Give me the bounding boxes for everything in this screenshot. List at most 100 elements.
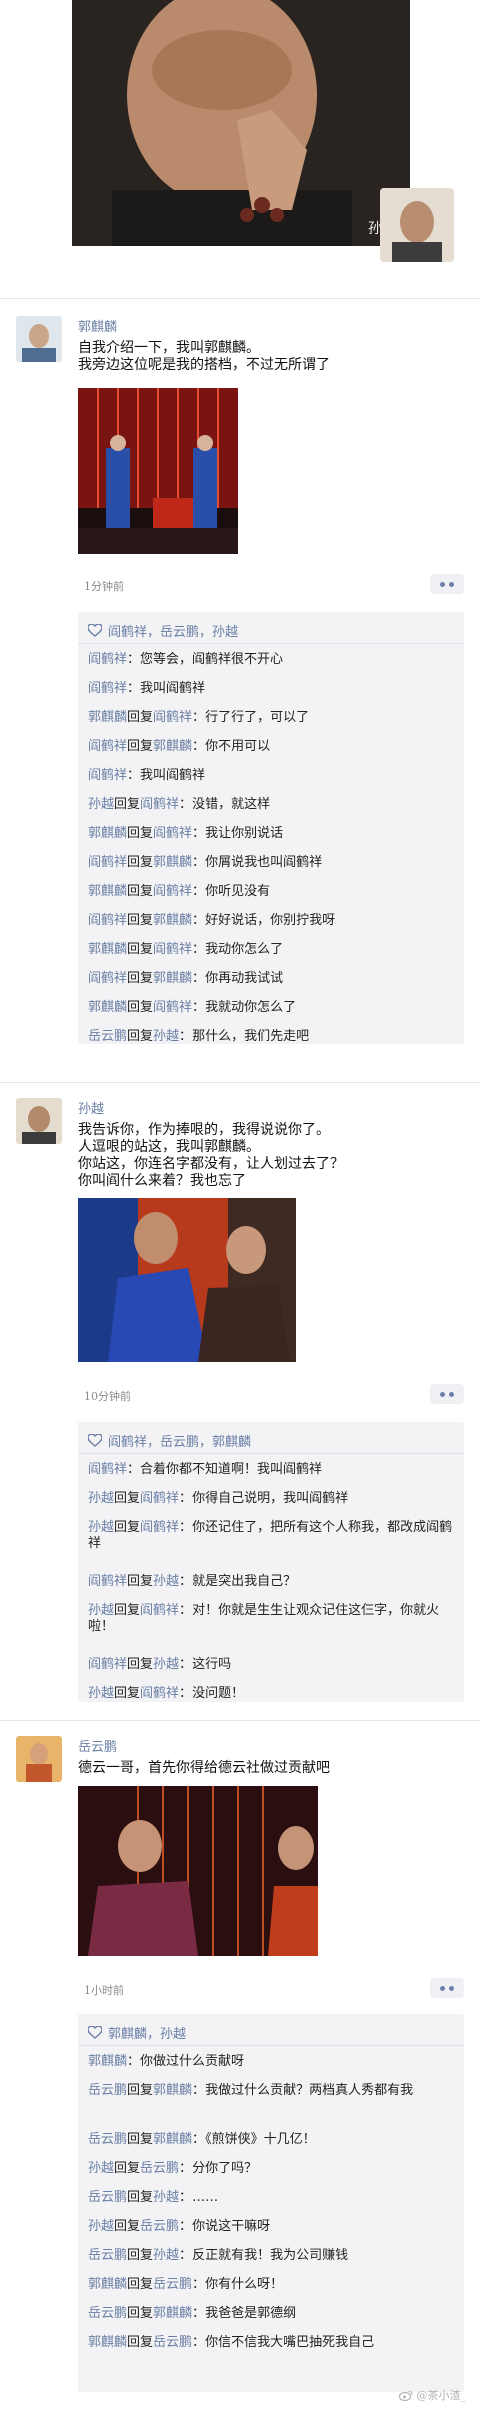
- comment-row[interactable]: 孙越回复阎鹤祥：你还记住了，把所有这个人称我，都改成阎鹤祥: [88, 1520, 456, 1552]
- reply-target-name[interactable]: 阎鹤祥: [140, 1520, 179, 1535]
- comment-row[interactable]: 郭麒麟回复阎鹤祥：你听见没有: [88, 884, 456, 900]
- comment-row[interactable]: 岳云鹏回复郭麒麟：《煎饼侠》十几亿！: [88, 2132, 456, 2148]
- likes-names[interactable]: 阎鹤祥，岳云鹏，郭麒麟: [108, 1431, 251, 1450]
- reply-target-name[interactable]: 阎鹤祥: [140, 1686, 179, 1701]
- commenter-name[interactable]: 岳云鹏: [88, 2190, 127, 2205]
- comment-row[interactable]: 孙越回复阎鹤祥：你得自己说明，我叫阎鹤祥: [88, 1491, 456, 1507]
- commenter-name[interactable]: 阎鹤祥: [88, 652, 127, 667]
- commenter-name[interactable]: 孙越: [88, 1491, 114, 1506]
- commenter-name[interactable]: 阎鹤祥: [88, 768, 127, 783]
- commenter-name[interactable]: 郭麒麟: [88, 942, 127, 957]
- reply-target-name[interactable]: 郭麒麟: [153, 971, 192, 986]
- comment-row[interactable]: 孙越回复岳云鹏：你说这干嘛呀: [88, 2219, 456, 2235]
- reply-target-name[interactable]: 岳云鹏: [153, 2335, 192, 2350]
- reply-target-name[interactable]: 岳云鹏: [153, 2277, 192, 2292]
- post-image[interactable]: [78, 388, 238, 554]
- commenter-name[interactable]: 郭麒麟: [88, 2054, 127, 2069]
- author-name[interactable]: 岳云鹏: [78, 1736, 117, 1755]
- commenter-name[interactable]: 孙越: [88, 1686, 114, 1701]
- more-options-button[interactable]: [430, 1384, 464, 1404]
- comment-row[interactable]: 阎鹤祥回复郭麒麟：你再动我试试: [88, 971, 456, 987]
- post-image[interactable]: [78, 1198, 296, 1362]
- author-avatar[interactable]: [16, 1098, 62, 1144]
- comment-row[interactable]: 岳云鹏回复孙越：……: [88, 2190, 456, 2206]
- comment-row[interactable]: 郭麒麟：你做过什么贡献呀: [88, 2054, 456, 2070]
- more-options-button[interactable]: [430, 1978, 464, 1998]
- comment-row[interactable]: 郭麒麟回复阎鹤祥：我让你别说话: [88, 826, 456, 842]
- comment-row[interactable]: 岳云鹏回复郭麒麟：我做过什么贡献？两档真人秀都有我: [88, 2083, 456, 2099]
- commenter-name[interactable]: 阎鹤祥: [88, 855, 127, 870]
- commenter-name[interactable]: 孙越: [88, 1603, 114, 1618]
- reply-target-name[interactable]: 郭麒麟: [153, 739, 192, 754]
- reply-target-name[interactable]: 孙越: [153, 2248, 179, 2263]
- comment-row[interactable]: 岳云鹏回复孙越：那什么，我们先走吧: [88, 1029, 456, 1045]
- comment-row[interactable]: 郭麒麟回复岳云鹏：你信不信我大嘴巴抽死我自己: [88, 2335, 456, 2351]
- likes-names[interactable]: 阎鹤祥，岳云鹏，孙越: [108, 621, 238, 640]
- reply-target-name[interactable]: 阎鹤祥: [153, 942, 192, 957]
- reply-target-name[interactable]: 郭麒麟: [153, 2083, 192, 2098]
- commenter-name[interactable]: 岳云鹏: [88, 1029, 127, 1044]
- comment-row[interactable]: 岳云鹏回复郭麒麟：我爸爸是郭德纲: [88, 2306, 456, 2322]
- reply-target-name[interactable]: 阎鹤祥: [140, 1603, 179, 1618]
- comment-row[interactable]: 郭麒麟回复阎鹤祥：行了行了，可以了: [88, 710, 456, 726]
- reply-target-name[interactable]: 孙越: [153, 1029, 179, 1044]
- reply-target-name[interactable]: 岳云鹏: [140, 2219, 179, 2234]
- commenter-name[interactable]: 阎鹤祥: [88, 1574, 127, 1589]
- reply-target-name[interactable]: 阎鹤祥: [153, 826, 192, 841]
- likes-names[interactable]: 郭麒麟，孙越: [108, 2023, 186, 2042]
- reply-target-name[interactable]: 郭麒麟: [153, 855, 192, 870]
- reply-target-name[interactable]: 岳云鹏: [140, 2161, 179, 2176]
- comment-row[interactable]: 阎鹤祥：您等会，阎鹤祥很不开心: [88, 652, 456, 668]
- top-post-photo[interactable]: 孙越: [72, 0, 410, 246]
- commenter-name[interactable]: 郭麒麟: [88, 2335, 127, 2350]
- comment-row[interactable]: 阎鹤祥回复郭麒麟：你屑说我也叫阎鹤祥: [88, 855, 456, 871]
- reply-target-name[interactable]: 孙越: [153, 1657, 179, 1672]
- commenter-name[interactable]: 阎鹤祥: [88, 1462, 127, 1477]
- author-name[interactable]: 孙越: [78, 1098, 104, 1117]
- reply-target-name[interactable]: 郭麒麟: [153, 2132, 192, 2147]
- commenter-name[interactable]: 孙越: [88, 2219, 114, 2234]
- commenter-name[interactable]: 郭麒麟: [88, 884, 127, 899]
- commenter-name[interactable]: 孙越: [88, 2161, 114, 2176]
- comment-row[interactable]: 孙越回复阎鹤祥：没问题！: [88, 1686, 456, 1702]
- comment-row[interactable]: 阎鹤祥回复孙越：就是突出我自己？: [88, 1574, 456, 1590]
- commenter-name[interactable]: 郭麒麟: [88, 2277, 127, 2292]
- commenter-name[interactable]: 阎鹤祥: [88, 913, 127, 928]
- comment-row[interactable]: 阎鹤祥：合着你都不知道啊！我叫阎鹤祥: [88, 1462, 456, 1478]
- reply-target-name[interactable]: 阎鹤祥: [153, 710, 192, 725]
- author-name[interactable]: 郭麒麟: [78, 316, 117, 335]
- comment-row[interactable]: 孙越回复阎鹤祥：对！你就是生生让观众记住这仨字，你就火啦！: [88, 1603, 456, 1635]
- commenter-name[interactable]: 岳云鹏: [88, 2083, 127, 2098]
- comment-row[interactable]: 郭麒麟回复阎鹤祥：我就动你怎么了: [88, 1000, 456, 1016]
- commenter-name[interactable]: 阎鹤祥: [88, 681, 127, 696]
- sender-avatar[interactable]: [380, 188, 454, 262]
- comment-row[interactable]: 阎鹤祥：我叫阎鹤祥: [88, 768, 456, 784]
- reply-target-name[interactable]: 阎鹤祥: [140, 1491, 179, 1506]
- reply-target-name[interactable]: 阎鹤祥: [153, 1000, 192, 1015]
- reply-target-name[interactable]: 郭麒麟: [153, 2306, 192, 2321]
- comment-row[interactable]: 孙越回复阎鹤祥：没错，就这样: [88, 797, 456, 813]
- comment-row[interactable]: 郭麒麟回复阎鹤祥：我动你怎么了: [88, 942, 456, 958]
- commenter-name[interactable]: 阎鹤祥: [88, 971, 127, 986]
- commenter-name[interactable]: 岳云鹏: [88, 2248, 127, 2263]
- commenter-name[interactable]: 阎鹤祥: [88, 1657, 127, 1672]
- reply-target-name[interactable]: 孙越: [153, 1574, 179, 1589]
- reply-target-name[interactable]: 孙越: [153, 2190, 179, 2205]
- post-image[interactable]: [78, 1786, 318, 1956]
- commenter-name[interactable]: 郭麒麟: [88, 710, 127, 725]
- commenter-name[interactable]: 岳云鹏: [88, 2132, 127, 2147]
- reply-target-name[interactable]: 郭麒麟: [153, 913, 192, 928]
- comment-row[interactable]: 阎鹤祥回复郭麒麟：你不用可以: [88, 739, 456, 755]
- reply-target-name[interactable]: 阎鹤祥: [140, 797, 179, 812]
- comment-row[interactable]: 郭麒麟回复岳云鹏：你有什么呀！: [88, 2277, 456, 2293]
- commenter-name[interactable]: 阎鹤祥: [88, 739, 127, 754]
- comment-row[interactable]: 岳云鹏回复孙越：反正就有我！我为公司赚钱: [88, 2248, 456, 2264]
- commenter-name[interactable]: 孙越: [88, 797, 114, 812]
- comment-row[interactable]: 阎鹤祥回复郭麒麟：好好说话，你别拧我呀: [88, 913, 456, 929]
- commenter-name[interactable]: 郭麒麟: [88, 1000, 127, 1015]
- more-options-button[interactable]: [430, 574, 464, 594]
- commenter-name[interactable]: 孙越: [88, 1520, 114, 1535]
- author-avatar[interactable]: [16, 1736, 62, 1782]
- commenter-name[interactable]: 郭麒麟: [88, 826, 127, 841]
- reply-target-name[interactable]: 阎鹤祥: [153, 884, 192, 899]
